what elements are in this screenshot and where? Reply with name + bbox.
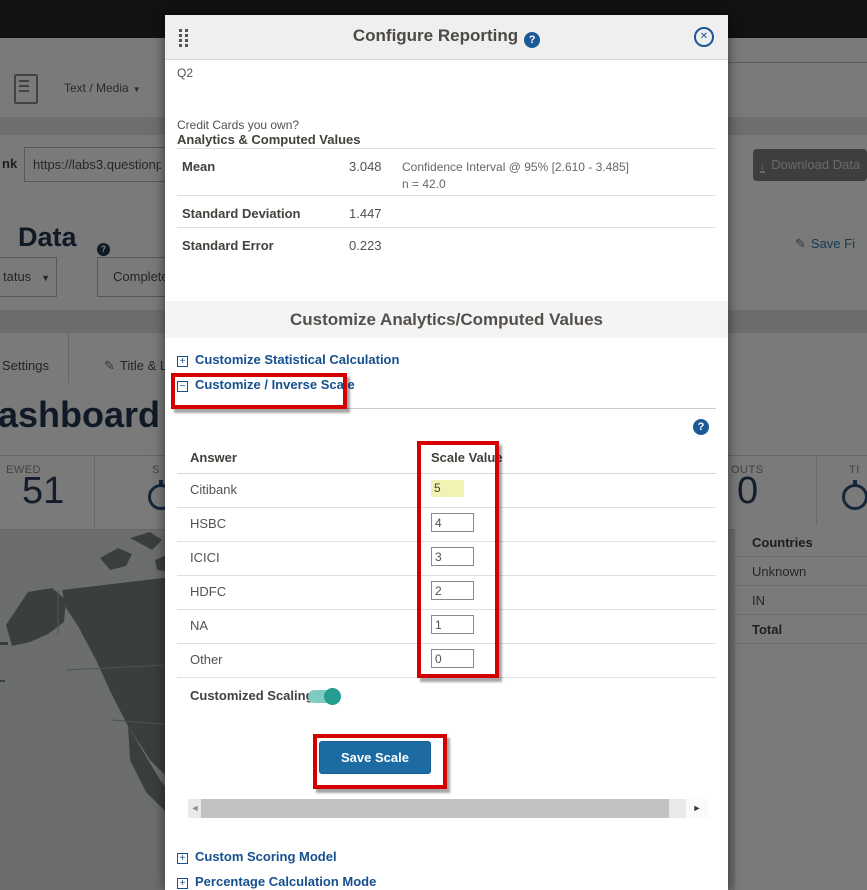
close-icon[interactable]: ✕ [694, 27, 714, 47]
analytics-heading: Analytics & Computed Values [177, 132, 361, 147]
analytics-row-mean: Mean 3.048 Confidence Interval @ 95% [2.… [177, 148, 716, 196]
question-text: Credit Cards you own? [177, 118, 299, 132]
link-label: Customize Statistical Calculation [195, 352, 399, 367]
app-root: Text / Media▼ nk ↓Download Data Data ? ✎… [0, 0, 867, 890]
help-icon[interactable]: ? [693, 419, 709, 435]
customized-scaling-label: Customized Scaling [190, 688, 314, 703]
help-icon[interactable]: ? [524, 32, 540, 48]
analytics-label: Standard Deviation [182, 206, 300, 221]
customize-section-heading: Customize Analytics/Computed Values [165, 301, 728, 338]
confidence-interval-text: Confidence Interval @ 95% [2.610 - 3.485… [402, 160, 629, 174]
analytics-value: 1.447 [349, 206, 382, 221]
annotation-box-scale-values [417, 441, 499, 678]
analytics-value: 0.223 [349, 238, 382, 253]
expand-icon[interactable]: + [177, 356, 188, 367]
horizontal-scrollbar[interactable]: ◄ ► [188, 799, 708, 818]
scroll-left-arrow[interactable]: ◄ [188, 799, 202, 818]
scroll-right-arrow[interactable]: ► [686, 799, 708, 818]
expand-icon[interactable]: + [177, 853, 188, 864]
custom-scoring-model-link[interactable]: + Custom Scoring Model [177, 849, 337, 865]
answer-label: Other [190, 652, 223, 667]
link-label: Custom Scoring Model [195, 849, 337, 864]
question-code: Q2 [177, 66, 193, 80]
customize-statistical-calculation-link[interactable]: + Customize Statistical Calculation [177, 352, 399, 368]
annotation-box-inverse-scale [171, 373, 347, 409]
analytics-label: Standard Error [182, 238, 274, 253]
analytics-row-stddev: Standard Deviation 1.447 [177, 195, 716, 228]
customized-scaling-toggle[interactable] [308, 690, 339, 703]
answer-label: Citibank [190, 482, 237, 497]
answer-label: ICICI [190, 550, 220, 565]
answer-label: HDFC [190, 584, 226, 599]
answer-label: HSBC [190, 516, 226, 531]
analytics-label: Mean [182, 159, 215, 174]
analytics-value: 3.048 [349, 159, 382, 174]
scrollbar-thumb[interactable] [201, 799, 669, 818]
answer-column-header: Answer [190, 450, 237, 465]
modal-title: Configure Reporting? [165, 26, 728, 48]
analytics-row-stderr: Standard Error 0.223 [177, 227, 716, 260]
link-label: Percentage Calculation Mode [195, 874, 376, 889]
analytics-note: Confidence Interval @ 95% [2.610 - 3.485… [402, 159, 629, 193]
percentage-calculation-mode-link[interactable]: + Percentage Calculation Mode [177, 874, 376, 890]
annotation-box-save-button [313, 734, 447, 789]
sample-size-text: n = 42.0 [402, 177, 446, 191]
modal-title-text: Configure Reporting [353, 26, 518, 45]
expand-icon[interactable]: + [177, 878, 188, 889]
answer-label: NA [190, 618, 208, 633]
